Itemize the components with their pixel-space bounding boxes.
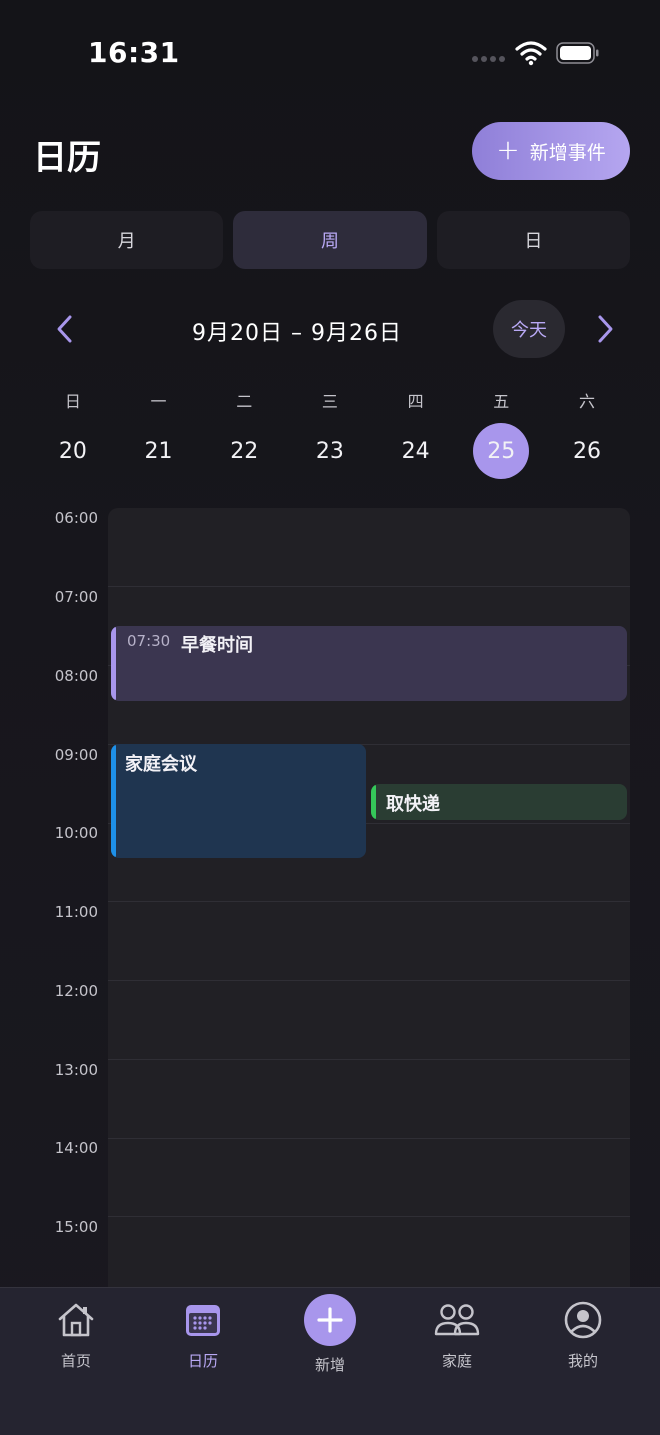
today-button[interactable]: 今天 (493, 300, 565, 358)
weekday-label: 六 (578, 392, 595, 411)
date-cell[interactable]: 21 (116, 422, 202, 480)
hour-line (108, 586, 630, 587)
tab-label: 我的 (567, 1352, 598, 1370)
date-cell[interactable]: 20 (30, 422, 116, 480)
view-switcher: 月 周 日 (30, 211, 630, 269)
date-number: 20 (58, 438, 87, 464)
timeline-grid (108, 508, 630, 1287)
tab-add[interactable]: 新增 (280, 1288, 380, 1398)
hour-line (108, 1059, 630, 1060)
weekday-label: 日 (64, 392, 81, 411)
tab-family[interactable]: 家庭 (407, 1288, 507, 1398)
tab-day[interactable]: 日 (436, 211, 630, 269)
hour-line (108, 1216, 630, 1217)
date-cell[interactable]: 24 (373, 422, 459, 480)
hour-line (108, 980, 630, 981)
week-navigation: 9月20日 – 9月26日 今天 (0, 300, 660, 358)
date-cell[interactable]: 23 (287, 422, 373, 480)
wifi-icon (515, 41, 547, 66)
cellular-signal-icon (472, 56, 505, 62)
event-family-meeting[interactable]: 家庭会议 (111, 744, 366, 858)
selected-date-number: 25 (473, 423, 530, 479)
event-title: 家庭会议 (125, 754, 197, 775)
weekday-label: 五 (493, 392, 510, 411)
bottom-tab-bar: 首页 日历 新增 家庭 我的 (0, 1287, 660, 1435)
calendar-icon (186, 1305, 220, 1336)
hour-line (108, 1138, 630, 1139)
hour-label: 07:00 (54, 588, 98, 606)
page-title: 日历 (33, 138, 101, 178)
home-icon (58, 1303, 94, 1337)
plus-icon: + (496, 132, 520, 166)
event-color-bar (111, 626, 116, 701)
event-color-bar (111, 744, 116, 858)
status-bar: 16:31 (0, 0, 660, 100)
tab-profile[interactable]: 我的 (533, 1288, 633, 1398)
event-breakfast[interactable]: 07:30 早餐时间 (111, 626, 627, 701)
day-timeline[interactable]: 06:00 07:00 08:00 09:00 10:00 11:00 12:0… (0, 500, 660, 1287)
event-title: 取快递 (386, 794, 440, 815)
tab-week[interactable]: 周 (233, 211, 427, 269)
event-title: 早餐时间 (181, 635, 253, 656)
people-icon (434, 1304, 480, 1336)
date-row: 20 21 22 23 24 25 26 (30, 422, 630, 480)
hour-label: 14:00 (54, 1139, 98, 1157)
hour-label: 12:00 (54, 982, 98, 1000)
hour-label: 13:00 (54, 1061, 98, 1079)
add-event-label: 新增事件 (529, 141, 606, 164)
add-button-circle (304, 1294, 356, 1346)
hour-line (108, 901, 630, 902)
date-number: 21 (144, 438, 173, 464)
hour-label: 09:00 (54, 746, 98, 764)
weekday-label: 四 (407, 392, 424, 411)
weekday-label: 一 (150, 392, 167, 411)
date-number: 23 (315, 438, 344, 464)
hour-label: 11:00 (54, 903, 98, 921)
chevron-right-icon[interactable] (590, 312, 620, 346)
date-number: 24 (401, 438, 430, 464)
weekday-label: 二 (236, 392, 253, 411)
status-time: 16:31 (88, 36, 180, 69)
hour-label: 15:00 (54, 1218, 98, 1236)
plus-icon (317, 1307, 343, 1333)
profile-icon (564, 1301, 602, 1339)
date-cell-selected[interactable]: 25 (458, 422, 544, 480)
weekday-header: 日 一 二 三 四 五 六 (30, 388, 630, 412)
date-number: 26 (572, 438, 601, 464)
event-color-bar (371, 784, 376, 820)
event-time: 07:30 (127, 632, 171, 650)
event-package-pickup[interactable]: 取快递 (371, 784, 627, 820)
weekday-label: 三 (321, 392, 338, 411)
hour-label: 06:00 (54, 509, 98, 527)
tab-month[interactable]: 月 (30, 211, 224, 269)
battery-icon (556, 42, 599, 64)
date-cell[interactable]: 26 (544, 422, 630, 480)
tab-label: 首页 (60, 1352, 91, 1370)
date-cell[interactable]: 22 (201, 422, 287, 480)
hour-label: 08:00 (54, 667, 98, 685)
tab-label: 日历 (187, 1352, 218, 1370)
tab-home[interactable]: 首页 (26, 1288, 126, 1398)
add-event-button[interactable]: + 新增事件 (472, 122, 630, 180)
tab-label: 家庭 (441, 1352, 472, 1370)
tab-label: 新增 (314, 1356, 345, 1374)
hour-label: 10:00 (54, 824, 98, 842)
date-number: 22 (230, 438, 259, 464)
tab-calendar[interactable]: 日历 (153, 1288, 253, 1398)
